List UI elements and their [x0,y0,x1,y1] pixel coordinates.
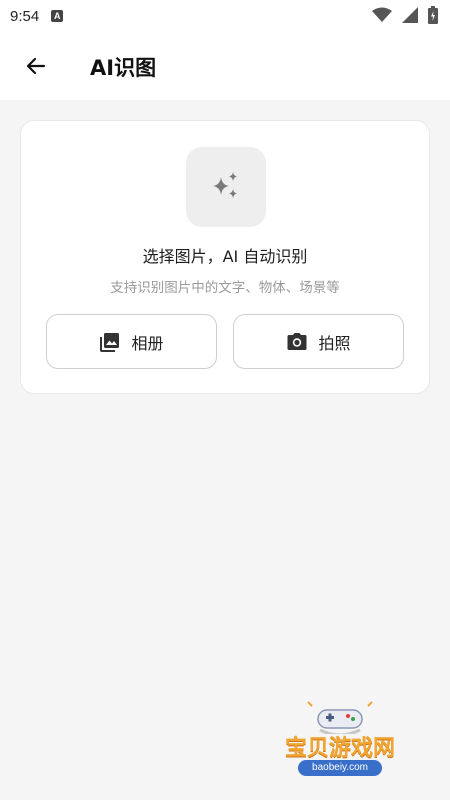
hero-icon-container [186,147,266,227]
signal-icon [402,7,418,23]
arrow-left-icon [26,57,46,75]
page-title: AI识图 [90,56,157,80]
album-label: 相册 [131,333,164,353]
photo-library-icon [100,332,120,352]
card-subtitle: 支持识别图片中的文字、物体、场景等 [110,280,340,296]
image-recognition-card: 选择图片，AI 自动识别 支持识别图片中的文字、物体、场景等 相册 拍照 [20,120,430,394]
status-icons [372,6,438,24]
wifi-icon [372,7,392,22]
watermark-text: 宝贝游戏网 [284,736,395,761]
camera-label: 拍照 [318,333,351,353]
gamepad-icon [307,701,373,734]
status-bar: 9:54 A [0,0,450,32]
content-area: 选择图片，AI 自动识别 支持识别图片中的文字、物体、场景等 相册 拍照 [0,100,450,800]
sparkles-icon [213,172,237,198]
camera-icon [287,332,307,350]
battery-icon [428,6,438,24]
camera-button[interactable]: 拍照 [233,314,404,369]
watermark-logo: 宝贝游戏网 baobeiy.com [260,700,420,786]
app-bar: AI识图 [0,32,450,100]
watermark-url: baobeiy.com [298,760,382,776]
back-button[interactable] [20,50,52,82]
app-notification-icon: A [51,10,64,22]
status-time: 9:54 [10,7,40,25]
card-title: 选择图片，AI 自动识别 [142,247,308,266]
album-button[interactable]: 相册 [46,314,217,369]
